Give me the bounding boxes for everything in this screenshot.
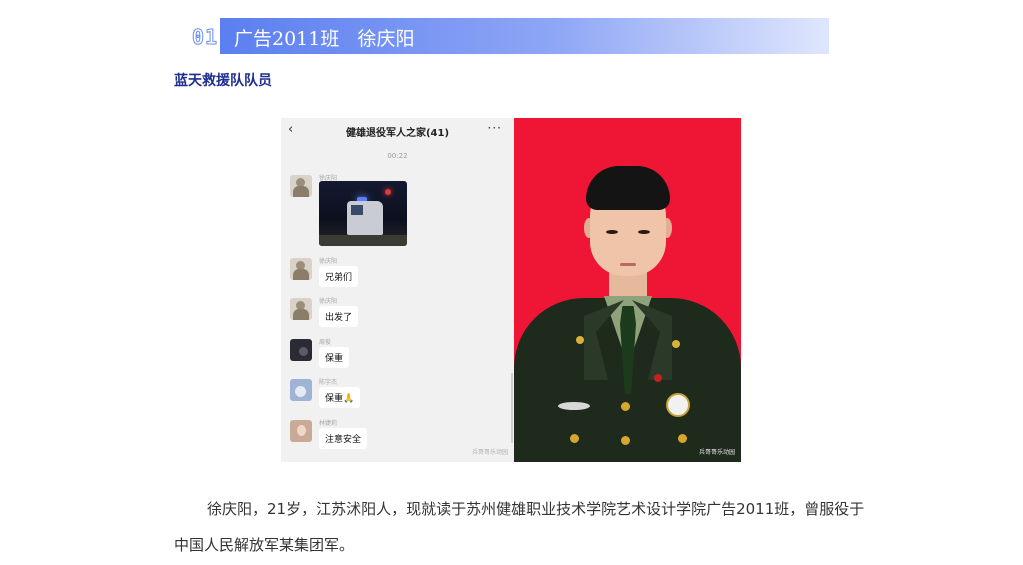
avatar (290, 379, 312, 401)
chat-bubble: 保重🙏 (319, 387, 361, 408)
avatar (290, 175, 312, 197)
chat-time: 00:22 (387, 152, 408, 160)
chat-bubble: 兄弟们 (319, 266, 359, 287)
section-number: 01 (191, 25, 219, 50)
watermark: 兵哥哥乐动园 (698, 449, 735, 456)
chat-bubble: 注意安全 (319, 428, 368, 449)
soldier-portrait: 兵哥哥乐动园 (514, 118, 741, 462)
chat-bubble: 保重 (319, 347, 350, 368)
section-header: 01 广告2011班 徐庆阳 (191, 18, 829, 54)
chat-nickname: 周俊 (319, 339, 332, 346)
combined-photo: ‹ 健雄退役军人之家(41) ··· 00:22 徐庆阳 徐庆阳 兄弟们 徐庆阳… (281, 118, 741, 462)
section-title: 广告2011班 徐庆阳 (234, 28, 415, 50)
avatar (290, 258, 312, 280)
subtitle: 蓝天救援队队员 (174, 73, 272, 89)
scrollbar (511, 373, 513, 443)
chat-nickname: 徐庆阳 (319, 298, 338, 305)
video-thumbnail (319, 181, 407, 246)
more-icon: ··· (487, 121, 502, 135)
chat-bubble: 出发了 (319, 306, 359, 327)
chat-nickname: 陈宇杰 (319, 379, 338, 386)
chat-screenshot: ‹ 健雄退役军人之家(41) ··· 00:22 徐庆阳 徐庆阳 兄弟们 徐庆阳… (281, 118, 514, 462)
chat-nickname: 徐庆阳 (319, 258, 338, 265)
avatar (290, 420, 312, 442)
section-title-bar: 广告2011班 徐庆阳 (220, 18, 829, 54)
chat-title: 健雄退役军人之家(41) (345, 128, 450, 139)
bio-paragraph: 徐庆阳，21岁，江苏沭阳人，现就读于苏州健雄职业技术学院艺术设计学院广告2011… (174, 491, 874, 563)
chat-header: ‹ 健雄退役军人之家(41) ··· (281, 118, 514, 144)
bio-text: 徐庆阳，21岁，江苏沭阳人，现就读于苏州健雄职业技术学院艺术设计学院广告2011… (174, 500, 865, 554)
avatar (290, 339, 312, 361)
wings-badge (558, 402, 590, 410)
chat-nickname: 林婕莉 (319, 420, 338, 427)
avatar (290, 298, 312, 320)
army-badge (666, 393, 690, 417)
watermark: 兵哥哥乐动园 (471, 449, 508, 456)
